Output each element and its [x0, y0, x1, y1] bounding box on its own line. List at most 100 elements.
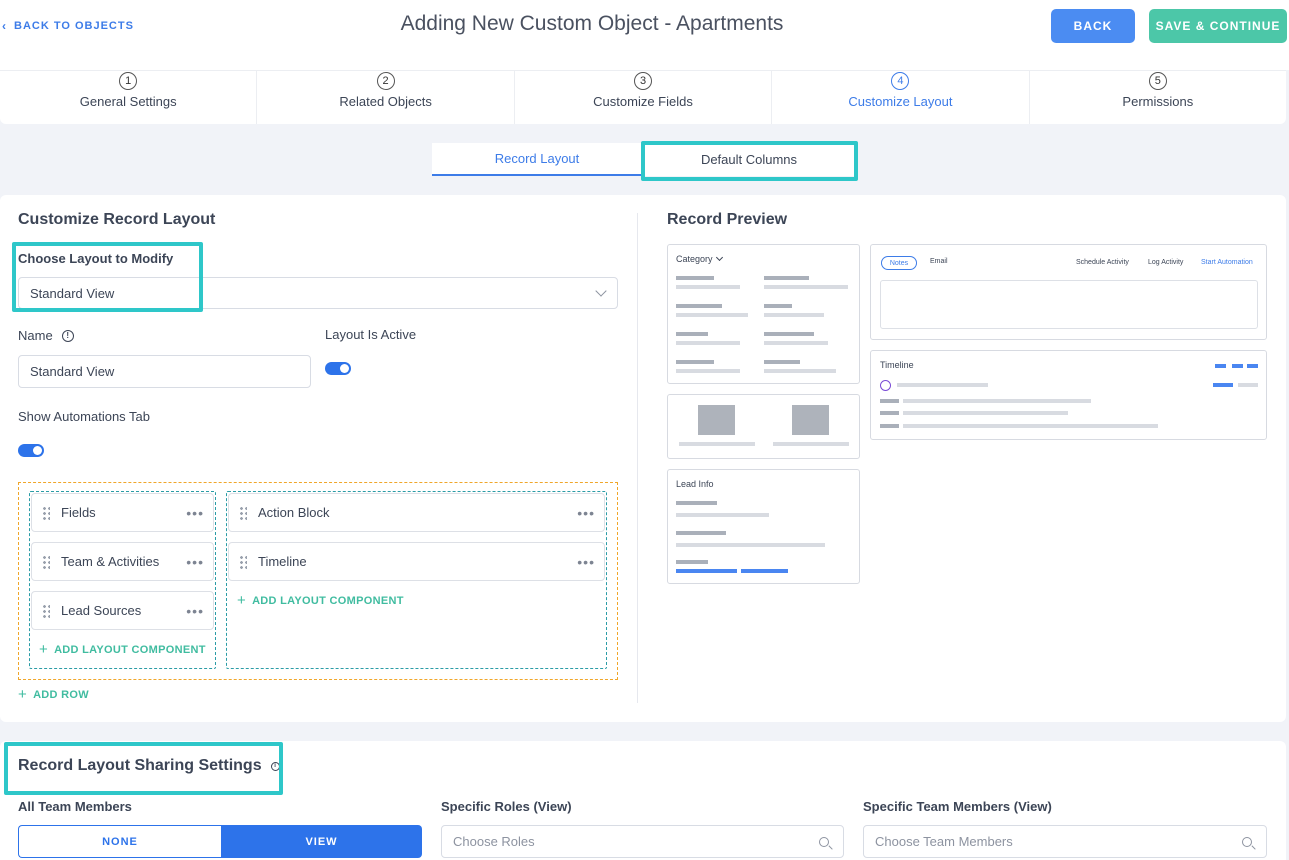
drag-handle-icon[interactable] — [42, 603, 50, 618]
component-timeline[interactable]: Timeline ••• — [228, 542, 605, 581]
customize-record-layout-title: Customize Record Layout — [18, 211, 216, 228]
activity-icon — [880, 380, 891, 391]
component-team-activities[interactable]: Team & Activities ••• — [31, 542, 214, 581]
show-automations-label: Show Automations Tab — [18, 409, 151, 424]
more-options-icon[interactable]: ••• — [186, 554, 204, 570]
step-permissions[interactable]: 5 Permissions — [1030, 71, 1286, 124]
image-placeholder — [792, 405, 829, 435]
component-lead-sources[interactable]: Lead Sources ••• — [31, 591, 214, 630]
step-label: Permissions — [1122, 94, 1194, 109]
show-automations-toggle[interactable] — [18, 444, 44, 457]
step-label: Customize Fields — [593, 94, 693, 109]
add-component-label: ADD LAYOUT COMPONENT — [54, 643, 206, 656]
step-customize-fields[interactable]: 3 Customize Fields — [515, 71, 773, 124]
preview-category-label: Category — [676, 254, 713, 264]
placeholder-bar — [676, 531, 726, 535]
drag-handle-icon[interactable] — [239, 554, 247, 569]
plus-icon: + — [18, 686, 28, 703]
placeholder-bar — [773, 442, 849, 446]
placeholder-bar — [679, 442, 755, 446]
preview-category-header: Category — [676, 253, 723, 264]
layout-active-toggle[interactable] — [325, 362, 351, 375]
search-icon — [819, 837, 829, 847]
placeholder-bar — [676, 513, 769, 517]
placeholder-bar — [676, 276, 714, 280]
more-options-icon[interactable]: ••• — [186, 603, 204, 619]
chevron-down-icon — [715, 253, 723, 262]
members-select[interactable]: Choose Team Members — [863, 825, 1267, 858]
placeholder-bar — [741, 569, 788, 573]
placeholder-bar — [764, 285, 848, 289]
roles-select[interactable]: Choose Roles — [441, 825, 844, 858]
add-layout-component-right[interactable]: + ADD LAYOUT COMPONENT — [237, 592, 404, 609]
placeholder-bar — [676, 560, 708, 564]
plus-icon: + — [39, 641, 49, 658]
step-related-objects[interactable]: 2 Related Objects — [257, 71, 515, 124]
placeholder-bar — [764, 341, 828, 345]
step-number: 5 — [1148, 72, 1167, 90]
placeholder-bar — [1232, 364, 1243, 368]
plus-icon: + — [237, 592, 247, 609]
name-input[interactable]: Standard View — [18, 355, 311, 388]
add-row-link[interactable]: + ADD ROW — [18, 686, 89, 703]
placeholder-bar — [764, 276, 809, 280]
placeholder-bar — [676, 369, 740, 373]
save-continue-button[interactable]: SAVE & CONTINUE — [1149, 9, 1287, 43]
component-fields[interactable]: Fields ••• — [31, 493, 214, 532]
component-label: Team & Activities — [61, 554, 160, 569]
info-icon: ! — [61, 329, 74, 342]
step-number: 1 — [119, 72, 138, 90]
placeholder-bar — [676, 360, 714, 364]
tab-default-columns[interactable]: Default Columns — [642, 143, 856, 176]
tab-record-layout[interactable]: Record Layout — [432, 143, 642, 176]
placeholder-bar — [764, 360, 800, 364]
name-input-value: Standard View — [30, 364, 115, 379]
image-placeholder — [698, 405, 735, 435]
drag-handle-icon[interactable] — [42, 505, 50, 520]
more-options-icon[interactable]: ••• — [186, 505, 204, 521]
preview-lead-info-label: Lead Info — [676, 479, 714, 489]
more-options-icon[interactable]: ••• — [577, 554, 595, 570]
preview-timeline-label: Timeline — [880, 360, 914, 370]
chevron-down-icon — [595, 285, 607, 297]
placeholder-bar — [880, 411, 899, 415]
placeholder-bar — [1215, 364, 1226, 368]
preview-note-area — [880, 280, 1258, 329]
choose-layout-value: Standard View — [30, 285, 115, 301]
record-preview-title: Record Preview — [667, 211, 788, 228]
view-option[interactable]: VIEW — [221, 825, 422, 858]
preview-automation-tab: Start Automation — [1201, 259, 1253, 266]
choose-layout-select[interactable]: Standard View — [18, 277, 618, 309]
step-label: General Settings — [79, 94, 177, 109]
sharing-title-row: Record Layout Sharing Settings i — [18, 757, 280, 775]
info-icon: i — [270, 761, 280, 771]
none-option[interactable]: NONE — [18, 825, 221, 858]
component-label: Fields — [61, 505, 96, 520]
preview-schedule-tab: Schedule Activity — [1076, 259, 1129, 266]
preview-category-card: Category — [667, 244, 860, 384]
component-action-block[interactable]: Action Block ••• — [228, 493, 605, 532]
page-title: Adding New Custom Object - Apartments — [400, 12, 784, 35]
add-layout-component-left[interactable]: + ADD LAYOUT COMPONENT — [39, 641, 206, 658]
step-general-settings[interactable]: 1 General Settings — [0, 71, 258, 124]
preview-notes-tab: Notes — [881, 256, 917, 270]
roles-placeholder: Choose Roles — [453, 834, 535, 849]
choose-layout-label: Choose Layout to Modify — [18, 251, 174, 266]
add-component-label: ADD LAYOUT COMPONENT — [252, 594, 404, 607]
placeholder-bar — [1213, 383, 1233, 387]
placeholder-bar — [676, 341, 740, 345]
placeholder-bar — [903, 411, 1068, 415]
more-options-icon[interactable]: ••• — [577, 505, 595, 521]
step-customize-layout[interactable]: 4 Customize Layout — [772, 71, 1030, 124]
specific-members-label: Specific Team Members (View) — [863, 799, 1052, 814]
wizard-steps: 1 General Settings 2 Related Objects 3 C… — [0, 70, 1286, 124]
sharing-settings-title: Record Layout Sharing Settings — [18, 757, 262, 774]
drag-handle-icon[interactable] — [239, 505, 247, 520]
members-placeholder: Choose Team Members — [875, 834, 1013, 849]
search-icon — [1242, 837, 1252, 847]
drag-handle-icon[interactable] — [42, 554, 50, 569]
component-label: Lead Sources — [61, 603, 142, 618]
preview-lead-info-card: Lead Info — [667, 469, 860, 584]
name-label: Name — [18, 328, 53, 343]
back-button[interactable]: BACK — [1051, 9, 1135, 43]
